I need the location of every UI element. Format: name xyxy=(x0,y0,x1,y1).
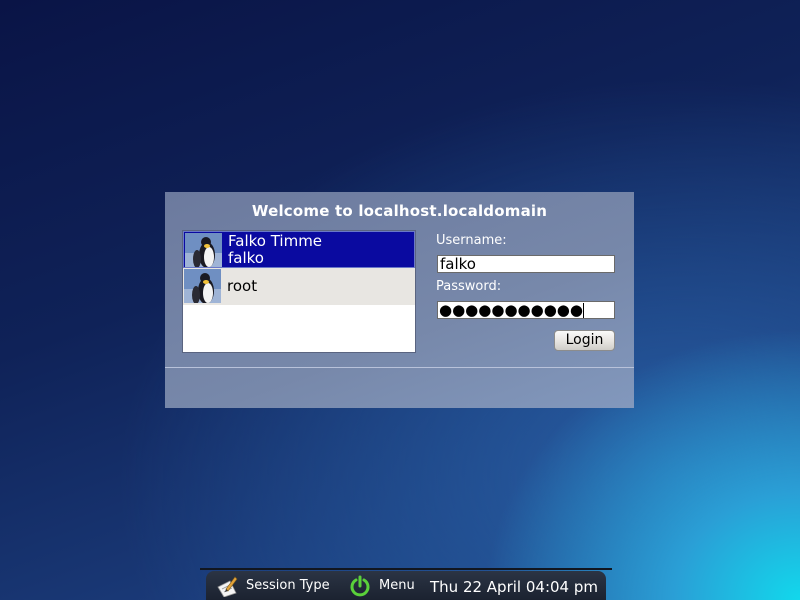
password-input[interactable]: ●●●●●●●●●●● xyxy=(437,301,615,319)
user-list[interactable]: Falko Timme falko root xyxy=(182,230,416,353)
penguin-avatar-icon xyxy=(184,269,221,303)
bottom-bar-edge xyxy=(200,568,612,570)
power-icon xyxy=(349,575,371,597)
user-item-falko[interactable]: Falko Timme falko xyxy=(183,231,415,268)
username-label: Username: xyxy=(436,233,507,248)
user-login: root xyxy=(227,277,258,295)
menu-label: Menu xyxy=(379,578,415,593)
session-type-button[interactable]: Session Type xyxy=(216,571,330,600)
clock: Thu 22 April 04:04 pm xyxy=(430,578,598,596)
penguin-avatar-icon xyxy=(185,233,222,267)
text-caret xyxy=(582,303,584,318)
session-type-label: Session Type xyxy=(246,578,330,593)
bottom-bar: Session Type Menu Thu 22 April 04:04 pm xyxy=(206,571,606,600)
password-dots: ●●●●●●●●●●● xyxy=(439,301,583,319)
login-panel: Welcome to localhost.localdomain Falko T… xyxy=(165,192,634,408)
user-login: falko xyxy=(228,249,264,267)
menu-button[interactable]: Menu xyxy=(349,571,415,600)
password-label: Password: xyxy=(436,279,502,294)
user-fullname: Falko Timme xyxy=(228,232,323,250)
pencil-note-icon xyxy=(216,575,238,597)
panel-divider xyxy=(165,367,634,368)
username-input[interactable]: falko xyxy=(437,255,615,273)
welcome-title: Welcome to localhost.localdomain xyxy=(251,202,548,220)
user-item-root[interactable]: root xyxy=(183,268,415,305)
login-button[interactable]: Login xyxy=(554,330,615,351)
